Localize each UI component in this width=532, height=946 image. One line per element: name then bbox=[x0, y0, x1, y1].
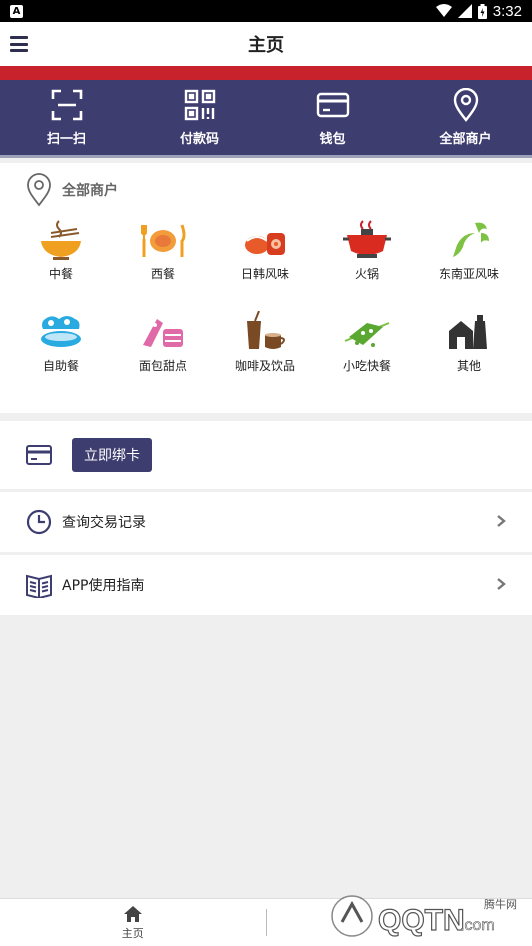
steak-cutlery-icon bbox=[141, 224, 186, 257]
category-bakery-dessert[interactable]: 面包甜点 bbox=[113, 311, 213, 374]
quick-action-all-merchants[interactable]: 全部商户 bbox=[399, 80, 532, 155]
category-label: 西餐 bbox=[150, 267, 175, 281]
category-coffee-drinks[interactable]: 咖啡及饮品 bbox=[215, 311, 315, 374]
chevron-right-icon bbox=[497, 578, 506, 590]
guide-book-icon bbox=[26, 574, 52, 598]
category-label: 火锅 bbox=[354, 267, 379, 281]
bottom-nav: 主页 bbox=[0, 898, 532, 946]
transaction-records-label: 查询交易记录 bbox=[62, 515, 146, 531]
home-icon bbox=[123, 905, 142, 922]
page-title: 主页 bbox=[248, 35, 284, 56]
misc-store-icon bbox=[449, 315, 487, 349]
header-accent-bar bbox=[0, 66, 532, 80]
wallet-card-icon bbox=[316, 92, 349, 118]
nav-home-label: 主页 bbox=[121, 926, 144, 940]
skewer-snack-icon bbox=[344, 322, 390, 347]
quick-action-label: 钱包 bbox=[319, 132, 346, 147]
app-guide-label: APP使用指南 bbox=[62, 578, 145, 594]
nav-second-tab[interactable] bbox=[267, 899, 532, 946]
category-other[interactable]: 其他 bbox=[419, 311, 519, 374]
location-pin-icon bbox=[453, 88, 478, 122]
category-japanese-korean[interactable]: 日韩风味 bbox=[215, 219, 315, 282]
category-snacks-fastfood[interactable]: 小吃快餐 bbox=[317, 311, 417, 374]
category-buffet[interactable]: 自助餐 bbox=[11, 311, 111, 374]
menu-icon[interactable] bbox=[10, 36, 28, 52]
merchants-title: 全部商户 bbox=[62, 183, 118, 199]
battery-icon bbox=[477, 3, 487, 19]
signal-icon bbox=[457, 4, 472, 18]
quick-action-label: 扫一扫 bbox=[46, 132, 86, 147]
hotpot-icon bbox=[343, 220, 391, 258]
transaction-records-link[interactable]: 查询交易记录 bbox=[0, 492, 532, 552]
scan-icon bbox=[51, 89, 82, 121]
status-time: 3:32 bbox=[492, 2, 522, 20]
wifi-icon bbox=[435, 4, 452, 17]
merchant-categories-panel: 全部商户 中餐 西餐 日韩风味 火锅 东南亚风味 自助餐 面包甜点 咖啡及饮品 … bbox=[0, 163, 532, 413]
category-southeast-asian[interactable]: 东南亚风味 bbox=[419, 219, 519, 282]
qr-code-icon bbox=[184, 89, 215, 121]
app-notification-icon: A bbox=[10, 4, 23, 18]
category-label: 面包甜点 bbox=[138, 359, 187, 373]
quick-action-wallet[interactable]: 钱包 bbox=[266, 80, 399, 155]
noodle-bowl-icon bbox=[41, 220, 81, 260]
quick-action-paycode[interactable]: 付款码 bbox=[133, 80, 266, 155]
clock-icon bbox=[26, 509, 52, 535]
quick-action-bar: 扫一扫 付款码 钱包 全部商户 bbox=[0, 80, 532, 158]
bind-card-row: 立即绑卡 bbox=[0, 421, 532, 489]
chevron-right-icon bbox=[497, 515, 506, 527]
location-pin-icon bbox=[27, 173, 51, 207]
merchants-header: 全部商户 bbox=[26, 173, 118, 207]
category-hotpot[interactable]: 火锅 bbox=[317, 219, 417, 282]
category-western[interactable]: 西餐 bbox=[113, 219, 213, 282]
category-label: 东南亚风味 bbox=[438, 267, 499, 281]
category-label: 小吃快餐 bbox=[342, 359, 391, 373]
quick-action-label: 付款码 bbox=[179, 132, 219, 147]
category-label: 中餐 bbox=[48, 267, 73, 281]
nav-home[interactable]: 主页 bbox=[0, 899, 266, 946]
category-label: 咖啡及饮品 bbox=[234, 359, 295, 373]
app-header: 主页 bbox=[0, 22, 532, 66]
buffet-plate-icon bbox=[41, 316, 81, 347]
dessert-icon bbox=[143, 319, 183, 347]
sushi-icon bbox=[245, 233, 285, 255]
app-guide-link[interactable]: APP使用指南 bbox=[0, 555, 532, 615]
category-chinese[interactable]: 中餐 bbox=[11, 219, 111, 282]
quick-action-scan[interactable]: 扫一扫 bbox=[0, 80, 133, 155]
lobster-icon bbox=[453, 222, 489, 257]
bind-card-button[interactable]: 立即绑卡 bbox=[72, 438, 152, 472]
status-bar: A 3:32 bbox=[0, 0, 532, 22]
category-label: 自助餐 bbox=[42, 359, 79, 373]
category-label: 其他 bbox=[456, 359, 481, 373]
coffee-drink-icon bbox=[247, 311, 285, 349]
category-label: 日韩风味 bbox=[240, 267, 289, 281]
quick-action-label: 全部商户 bbox=[439, 132, 492, 147]
card-icon bbox=[26, 445, 52, 465]
